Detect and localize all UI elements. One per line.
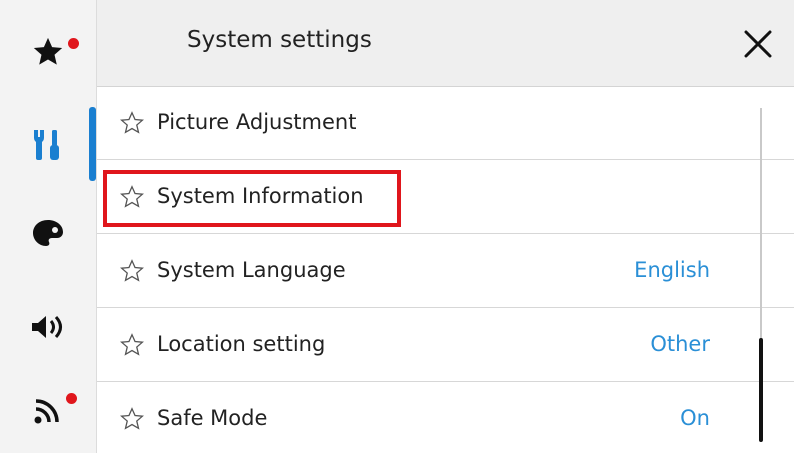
sidebar-item-network[interactable] (0, 380, 96, 440)
speaker-volume-icon (32, 315, 62, 339)
palette-icon (33, 220, 63, 246)
settings-header: System settings (97, 0, 794, 87)
favorite-star-outline-icon[interactable] (119, 332, 145, 358)
row-label: Picture Adjustment (157, 110, 357, 134)
favorite-star-outline-icon[interactable] (119, 258, 145, 284)
notification-badge (66, 393, 77, 404)
tools-icon (34, 130, 59, 160)
sidebar-item-system-settings[interactable] (0, 114, 96, 174)
wireless-network-icon (34, 399, 59, 424)
scrollbar-thumb[interactable] (759, 338, 763, 442)
highlight-box (103, 170, 401, 227)
settings-row-safe-mode[interactable]: Safe Mode On (97, 382, 794, 456)
settings-list: Picture Adjustment System Information Sy… (97, 86, 794, 453)
row-value: On (680, 406, 710, 430)
sidebar-item-sound[interactable] (0, 297, 96, 357)
close-icon (744, 30, 772, 58)
sidebar-item-appearance[interactable] (0, 203, 96, 263)
notification-badge (68, 38, 79, 49)
category-sidebar (0, 0, 97, 453)
favorites-star-icon (33, 37, 63, 65)
close-button[interactable] (741, 27, 775, 61)
settings-row-location-setting[interactable]: Location setting Other (97, 308, 794, 382)
row-label: Safe Mode (157, 406, 268, 430)
active-indicator (89, 107, 96, 181)
favorite-star-outline-icon[interactable] (119, 406, 145, 432)
settings-row-picture-adjustment[interactable]: Picture Adjustment (97, 86, 794, 160)
row-label: Location setting (157, 332, 326, 356)
page-title: System settings (187, 27, 372, 53)
row-value: Other (650, 332, 710, 356)
sidebar-item-favorites[interactable] (0, 22, 96, 82)
row-value: English (634, 258, 710, 282)
favorite-star-outline-icon[interactable] (119, 110, 145, 136)
settings-window: System settings Picture Adjustment Syste… (0, 0, 794, 453)
settings-row-system-language[interactable]: System Language English (97, 234, 794, 308)
row-label: System Language (157, 258, 346, 282)
